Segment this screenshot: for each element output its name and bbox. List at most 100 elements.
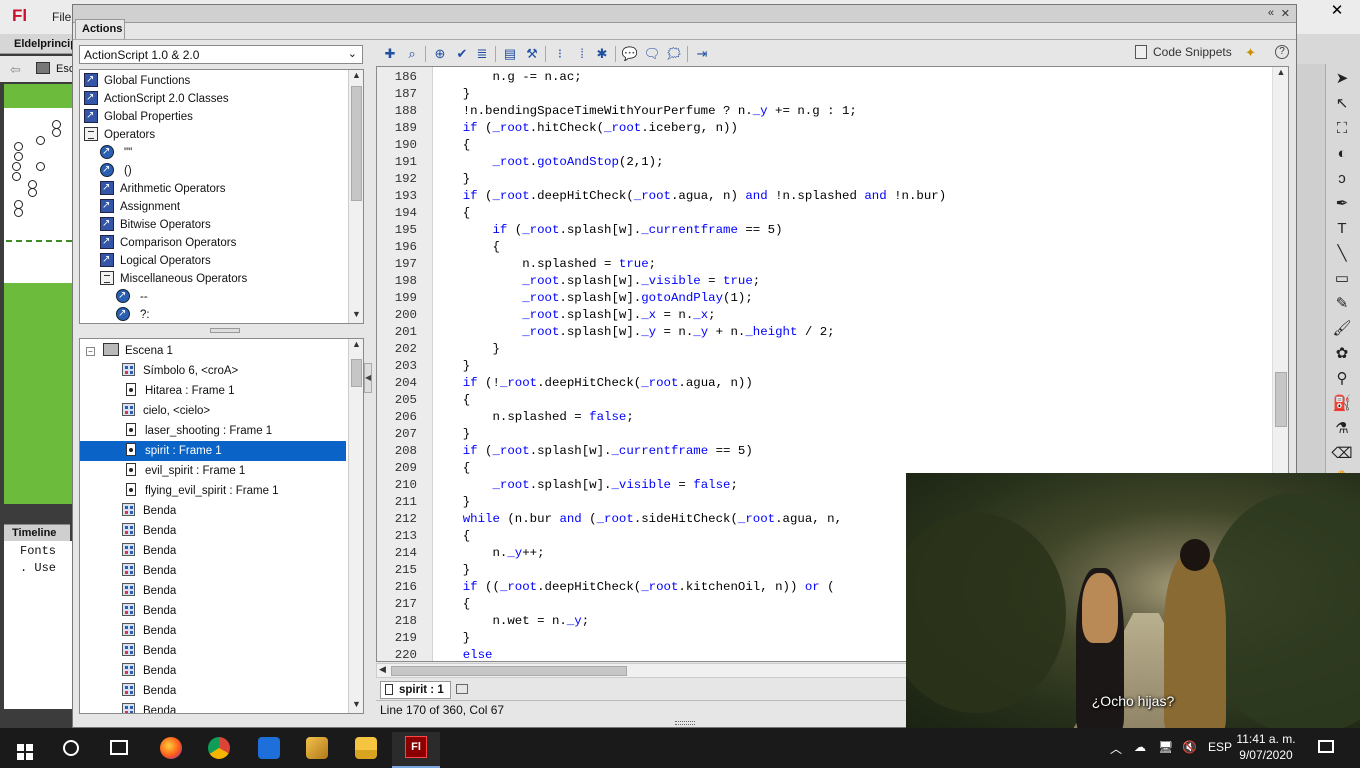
scroll-thumb[interactable] xyxy=(1275,372,1287,427)
code-line[interactable]: 214 n._y++; xyxy=(377,545,545,562)
tree-collapse-icon[interactable]: − xyxy=(86,347,95,356)
navigator-item[interactable]: Benda xyxy=(80,541,346,561)
code-line[interactable]: 188 !n.bendingSpaceTimeWithYourPerfume ?… xyxy=(377,103,857,120)
file-explorer-icon[interactable] xyxy=(355,737,377,759)
actions-panel-tab[interactable]: Actions xyxy=(75,19,125,39)
code-line[interactable]: 204 if (!_root.deepHitCheck(_root.agua, … xyxy=(377,375,753,392)
toolbox-item[interactable]: ActionScript 2.0 Classes xyxy=(84,89,229,108)
code-line[interactable]: 216 if ((_root.deepHitCheck(_root.kitche… xyxy=(377,579,835,596)
window-close-button[interactable]: ✕ xyxy=(1314,0,1360,22)
toolbox-item[interactable]: "" xyxy=(100,143,132,162)
code-line[interactable]: 213 { xyxy=(377,528,471,545)
code-line[interactable]: 210 _root.splash[w]._visible = false; xyxy=(377,477,738,494)
navigator-item[interactable]: evil_spirit : Frame 1 xyxy=(80,461,346,481)
apply-line-comment-icon[interactable]: 🗨 xyxy=(643,45,661,63)
rectangle-tool-icon[interactable]: ▭ xyxy=(1330,268,1354,290)
toolbox-item[interactable]: Comparison Operators xyxy=(100,233,236,252)
taskbar-clock[interactable]: 11:41 a. m. 9/07/2020 xyxy=(1236,731,1296,763)
script-assist-wand-icon[interactable]: ✦ xyxy=(1245,45,1256,61)
code-line[interactable]: 190 { xyxy=(377,137,471,154)
show-hidden-icons-icon[interactable]: ︿ xyxy=(1110,740,1122,757)
toolbox-item[interactable]: Miscellaneous Operators xyxy=(100,270,247,288)
code-line[interactable]: 203 } xyxy=(377,358,471,375)
code-line[interactable]: 209 { xyxy=(377,460,471,477)
scroll-left-icon[interactable]: ◀ xyxy=(379,664,386,675)
remove-comment-icon[interactable]: 🗯 xyxy=(665,45,683,63)
navigator-item[interactable]: Benda xyxy=(80,601,346,621)
scroll-thumb[interactable] xyxy=(351,359,362,387)
toolbox-item[interactable]: ?: xyxy=(116,305,150,323)
debug-options-icon[interactable]: ⚒ xyxy=(523,45,541,63)
lasso-icon[interactable]: ↄ xyxy=(1330,168,1354,190)
toolbox-item[interactable]: Global Properties xyxy=(84,107,193,126)
code-line[interactable]: 212 while (n.bur and (_root.sideHitCheck… xyxy=(377,511,842,528)
media-player-icon[interactable] xyxy=(258,737,280,759)
code-line[interactable]: 198 _root.splash[w]._visible = true; xyxy=(377,273,761,290)
eraser-icon[interactable]: ⌫ xyxy=(1330,443,1354,465)
pencil-icon[interactable]: ✎ xyxy=(1330,293,1354,315)
scroll-up-icon[interactable]: ▲ xyxy=(349,70,363,84)
language-indicator[interactable]: ESP xyxy=(1208,740,1232,754)
code-line[interactable]: 194 { xyxy=(377,205,471,222)
toolbox-scrollbar[interactable]: ▲ ▼ xyxy=(348,70,363,323)
actionscript-version-select[interactable]: ActionScript 1.0 & 2.0 ⌄ xyxy=(79,45,363,64)
scroll-down-icon[interactable]: ▼ xyxy=(349,309,363,323)
start-button[interactable] xyxy=(0,732,48,768)
volume-muted-icon[interactable]: 🔇 xyxy=(1182,740,1197,754)
collapse-panel-icon[interactable]: « xyxy=(1268,7,1274,19)
pen-icon[interactable]: ✒ xyxy=(1330,193,1354,215)
code-line[interactable]: 189 if (_root.hitCheck(_root.iceberg, n)… xyxy=(377,120,738,137)
code-line[interactable]: 197 n.splashed = true; xyxy=(377,256,656,273)
tab-timeline[interactable]: Timeline xyxy=(4,524,70,541)
navigator-item[interactable]: Benda xyxy=(80,681,346,701)
code-line[interactable]: 201 _root.splash[w]._y = n._y + n._heigh… xyxy=(377,324,835,341)
navigator-item[interactable]: − Escena 1 xyxy=(80,341,346,361)
close-panel-icon[interactable]: ✕ xyxy=(1281,7,1290,20)
code-line[interactable]: 208 if (_root.splash[w]._currentframe ==… xyxy=(377,443,753,460)
3d-rotation-icon[interactable]: ◐ xyxy=(1330,143,1354,165)
collapse-selection-icon[interactable]: ⁞ xyxy=(573,45,591,63)
video-overlay[interactable]: ¿Ocho hijas? xyxy=(906,473,1360,728)
navigator-item[interactable]: Benda xyxy=(80,621,346,641)
scroll-up-icon[interactable]: ▲ xyxy=(349,339,363,353)
code-line[interactable]: 191 _root.gotoAndStop(2,1); xyxy=(377,154,664,171)
navigator-item[interactable]: Benda xyxy=(80,581,346,601)
code-snippets-button[interactable]: Code Snippets xyxy=(1135,45,1232,59)
code-line[interactable]: 215 } xyxy=(377,562,471,579)
network-icon[interactable]: 🖥 xyxy=(1158,740,1173,754)
code-line[interactable]: 211 } xyxy=(377,494,471,511)
scroll-down-icon[interactable]: ▼ xyxy=(349,699,363,713)
toolbox-item[interactable]: Assignment xyxy=(100,197,180,216)
scroll-up-icon[interactable]: ▲ xyxy=(1273,67,1288,81)
firefox-icon[interactable] xyxy=(160,737,182,759)
brush-icon[interactable]: 🖌 xyxy=(1330,318,1354,340)
search-icon[interactable] xyxy=(63,740,79,756)
expand-all-icon[interactable]: ✱ xyxy=(593,45,611,63)
navigator-scrollbar[interactable]: ▲ ▼ xyxy=(348,339,363,713)
navigator-item[interactable]: Benda xyxy=(80,561,346,581)
toolbox-item[interactable]: Operators xyxy=(84,126,155,144)
scroll-thumb[interactable] xyxy=(391,666,627,676)
script-tab[interactable]: spirit : 1 xyxy=(380,681,451,699)
line-tool-icon[interactable]: ╲ xyxy=(1330,243,1354,265)
paint-bucket-icon[interactable]: ⛽ xyxy=(1330,393,1354,415)
scroll-thumb[interactable] xyxy=(351,86,362,201)
bone-icon[interactable]: ⚲ xyxy=(1330,368,1354,390)
notifications-icon[interactable] xyxy=(1318,740,1334,753)
toolbox-item[interactable]: -- xyxy=(116,287,148,306)
check-syntax-icon[interactable]: ✔ xyxy=(453,45,471,63)
insert-target-path-icon[interactable]: ⊕ xyxy=(431,45,449,63)
free-transform-icon[interactable]: ⛶ xyxy=(1330,118,1354,140)
code-line[interactable]: 199 _root.splash[w].gotoAndPlay(1); xyxy=(377,290,753,307)
navigator-item[interactable]: Hitarea : Frame 1 xyxy=(80,381,346,401)
selection-tool-icon[interactable]: ➤ xyxy=(1330,68,1354,90)
navigator-item[interactable]: Benda xyxy=(80,641,346,661)
code-line[interactable]: 206 n.splashed = false; xyxy=(377,409,634,426)
code-line[interactable]: 202 } xyxy=(377,341,500,358)
navigator-item[interactable]: Benda xyxy=(80,661,346,681)
code-line[interactable]: 220 else xyxy=(377,647,493,661)
deco-icon[interactable]: ✿ xyxy=(1330,343,1354,365)
apply-block-comment-icon[interactable]: 💬 xyxy=(621,45,639,63)
auto-format-icon[interactable]: ≣ xyxy=(473,45,491,63)
toolbox-item[interactable]: Global Functions xyxy=(84,71,190,90)
